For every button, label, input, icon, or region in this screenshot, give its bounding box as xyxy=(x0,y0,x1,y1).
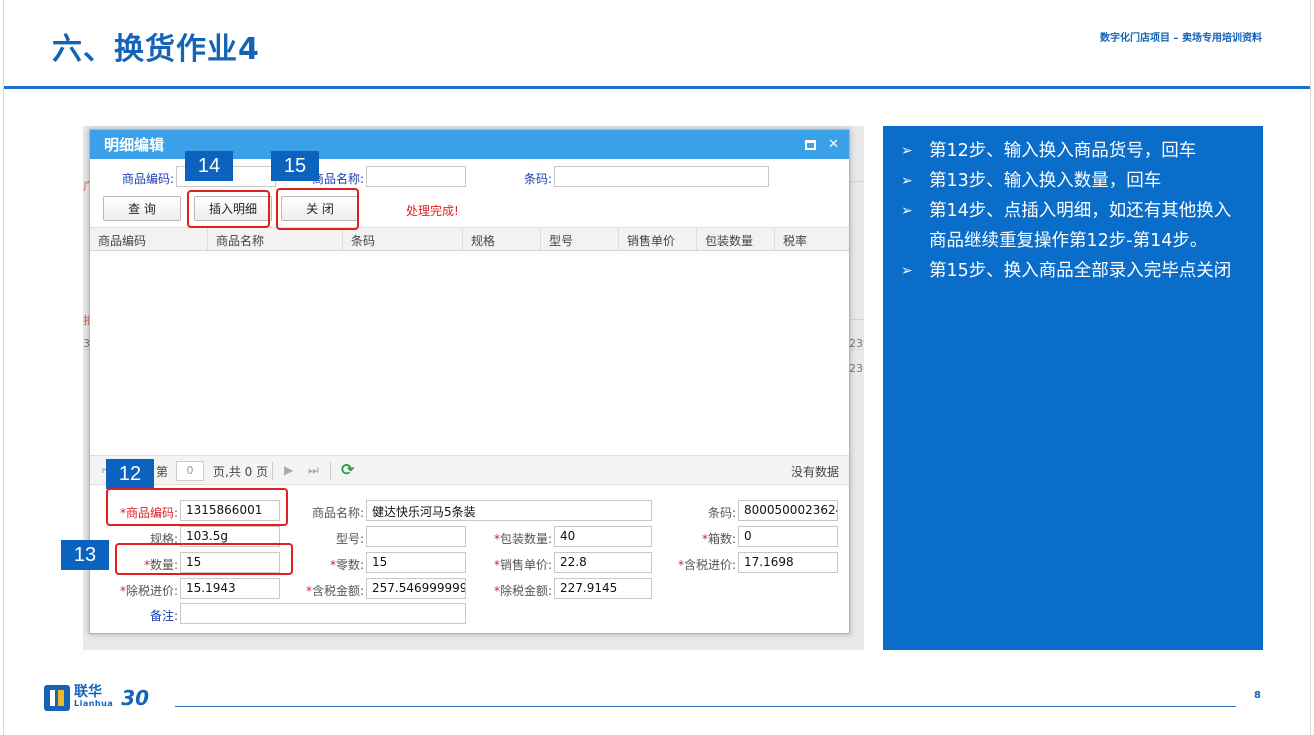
detail-remark-label: 备注: xyxy=(149,609,178,623)
logo-cn: 联华 xyxy=(74,684,102,700)
column-header[interactable]: 商品名称 xyxy=(208,228,343,250)
detail-taxin-price-label: *含税进价: xyxy=(677,558,736,572)
grid-header: 商品编码 商品名称 条码 规格 型号 销售单价 包装数量 税率 xyxy=(90,227,849,251)
detail-taxin-amount-input[interactable]: 257.546999999 xyxy=(366,578,466,599)
detail-taxin-price-label-text: 含税进价: xyxy=(683,558,736,572)
detail-loose-label-text: 零数: xyxy=(335,558,364,572)
detail-taxout-amount-label: *除税金额: xyxy=(493,584,552,598)
step-text: 第14步、点插入明细，如还有其他换入商品继续重复操作第12步-第14步。 xyxy=(929,201,1232,251)
callout-step-12: 12 xyxy=(106,459,154,489)
logo-en: Lianhua xyxy=(74,699,114,708)
highlight-insert-button xyxy=(187,190,270,228)
footer-divider xyxy=(175,706,1236,707)
last-page-icon[interactable]: ⏭ xyxy=(308,463,319,478)
background-text: 236 xyxy=(849,362,864,375)
detail-taxout-amount-input[interactable]: 227.9145 xyxy=(554,578,652,599)
title-divider xyxy=(4,86,1310,89)
arrow-bullet-icon: ➢ xyxy=(901,143,913,159)
pager-empty-text: 没有数据 xyxy=(790,465,839,479)
column-header[interactable]: 税率 xyxy=(775,228,849,250)
detail-model-label: 型号: xyxy=(335,532,364,546)
pager: ⏮ 第 0 页,共 0 页 ▶ ⏭ ⟳ 没有数据 xyxy=(90,455,849,485)
column-header[interactable]: 条码 xyxy=(343,228,463,250)
callout-step-15: 15 xyxy=(271,151,319,181)
next-page-icon[interactable]: ▶ xyxy=(284,463,293,477)
page-number-input[interactable]: 0 xyxy=(176,461,204,481)
detail-loose-label: *零数: xyxy=(329,558,364,572)
detail-barcode-input[interactable]: 8000500023624 xyxy=(738,500,838,521)
detail-taxout-price-input[interactable]: 15.1943 xyxy=(180,578,280,599)
arrow-bullet-icon: ➢ xyxy=(901,263,913,279)
highlight-close-button xyxy=(276,188,359,230)
lianhua-logo: 联华 Lianhua 30 xyxy=(44,685,149,711)
lianhua-logo-icon xyxy=(44,685,70,711)
detail-price-label: *销售单价: xyxy=(493,558,552,572)
step-text: 第12步、输入换入商品货号，回车 xyxy=(929,141,1197,161)
dialog-title: 明细编辑 xyxy=(104,136,165,154)
detail-box-input[interactable]: 0 xyxy=(738,526,838,547)
detail-barcode-label: 条码: xyxy=(707,506,736,520)
detail-taxout-price-label: *除税进价: xyxy=(119,584,178,598)
detail-taxin-price-input[interactable]: 17.1698 xyxy=(738,552,838,573)
search-code-label: 商品编码: xyxy=(121,172,174,186)
detail-pack-input[interactable]: 40 xyxy=(554,526,652,547)
column-header[interactable]: 销售单价 xyxy=(619,228,697,250)
pager-separator xyxy=(272,462,273,480)
query-button[interactable]: 查 询 xyxy=(103,196,181,221)
arrow-bullet-icon: ➢ xyxy=(901,173,913,189)
search-name-input[interactable] xyxy=(366,166,466,187)
search-barcode-label: 条码: xyxy=(523,172,552,186)
logo-text: 联华 Lianhua xyxy=(74,684,114,710)
detail-loose-input[interactable]: 15 xyxy=(366,552,466,573)
close-icon[interactable]: ✕ xyxy=(828,137,839,152)
detail-taxout-amount-label-text: 除税金额: xyxy=(499,584,552,598)
page-number: 8 xyxy=(1254,690,1261,701)
detail-box-label: *箱数: xyxy=(701,532,736,546)
detail-model-input[interactable] xyxy=(366,526,466,547)
callout-step-13: 13 xyxy=(61,540,109,570)
step-item: ➢ 第13步、输入换入数量，回车 xyxy=(901,166,1247,196)
anniversary-badge: 30 xyxy=(121,686,150,710)
step-item: ➢ 第12步、输入换入商品货号，回车 xyxy=(901,136,1247,166)
detail-name-input[interactable]: 健达快乐河马5条装 xyxy=(366,500,652,521)
pager-separator xyxy=(330,462,331,480)
steps-panel: ➢ 第12步、输入换入商品货号，回车 ➢ 第13步、输入换入数量，回车 ➢ 第14步、… xyxy=(883,126,1263,650)
callout-step-14: 14 xyxy=(185,151,233,181)
pager-total-label: 页,共 0 页 xyxy=(213,465,269,479)
highlight-code-input xyxy=(106,488,288,526)
background-text: 239 xyxy=(849,337,864,350)
column-header[interactable]: 规格 xyxy=(463,228,541,250)
dialog-tools: ✕ xyxy=(805,137,839,152)
maximize-icon[interactable] xyxy=(805,140,817,150)
detail-remark-input[interactable] xyxy=(180,603,466,624)
detail-price-label-text: 销售单价: xyxy=(499,558,552,572)
slide-border-right xyxy=(1310,0,1311,735)
detail-pack-label-text: 包装数量: xyxy=(499,532,552,546)
step-text: 第13步、输入换入数量，回车 xyxy=(929,171,1162,191)
grid-body xyxy=(90,251,849,455)
slide-border-left xyxy=(3,0,4,735)
step-item: ➢ 第14步、点插入明细，如还有其他换入商品继续重复操作第12步-第14步。 xyxy=(901,196,1247,256)
step-text: 第15步、换入商品全部录入完毕点关闭 xyxy=(929,261,1232,281)
column-header[interactable]: 包装数量 xyxy=(697,228,775,250)
status-message: 处理完成! xyxy=(406,204,459,218)
refresh-icon[interactable]: ⟳ xyxy=(341,460,354,479)
step-item: ➢ 第15步、换入商品全部录入完毕点关闭 xyxy=(901,256,1247,286)
slide-subtitle: 数字化门店项目 – 卖场专用培训资料 xyxy=(1100,33,1262,44)
detail-taxin-amount-label-text: 含税金额: xyxy=(311,584,364,598)
detail-pack-label: *包装数量: xyxy=(493,532,552,546)
search-barcode-input[interactable] xyxy=(554,166,769,187)
detail-box-label-text: 箱数: xyxy=(707,532,736,546)
column-header[interactable]: 商品编码 xyxy=(90,228,208,250)
column-header[interactable]: 型号 xyxy=(541,228,619,250)
highlight-qty-input xyxy=(115,543,293,575)
slide-title: 六、换货作业4 xyxy=(52,32,260,67)
detail-taxout-price-label-text: 除税进价: xyxy=(125,584,178,598)
detail-name-label: 商品名称: xyxy=(311,506,364,520)
pager-page-label: 第 xyxy=(156,465,169,479)
detail-taxin-amount-label: *含税金额: xyxy=(305,584,364,598)
arrow-bullet-icon: ➢ xyxy=(901,203,913,219)
detail-price-input[interactable]: 22.8 xyxy=(554,552,652,573)
